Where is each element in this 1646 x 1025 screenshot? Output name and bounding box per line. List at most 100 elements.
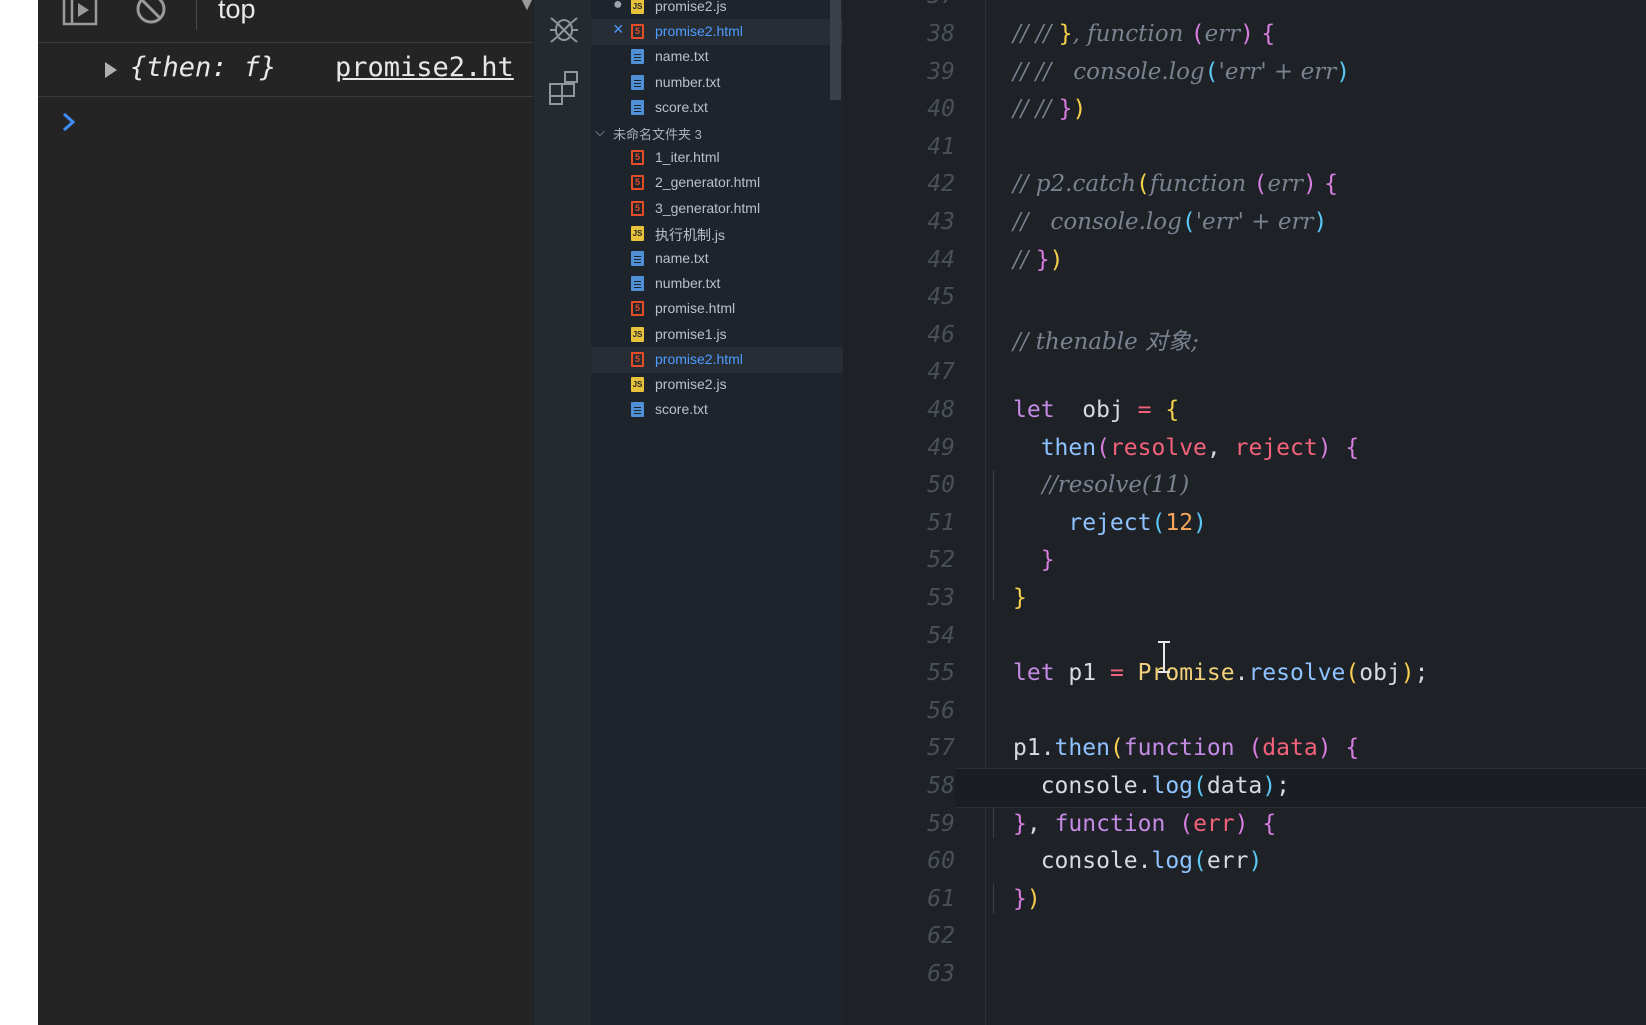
explorer-file-item[interactable]: ● JS promise2.js [591,0,843,20]
explorer-file-item[interactable]: number.txt [591,70,843,96]
line-number: 48 [927,397,955,423]
code-line[interactable]: }, function (err) { [1013,811,1276,837]
code-line[interactable]: // }) [1013,247,1064,273]
code-token: err [1193,810,1235,837]
explorer-file-item[interactable]: JS promise1.js [591,322,843,348]
explorer-file-item[interactable]: name.txt [591,44,843,70]
file-name-label: score.txt [655,401,708,418]
explorer-file-item[interactable]: 5 1_iter.html [591,145,843,171]
code-token: data [1206,773,1263,799]
explorer-file-item[interactable]: 5 promise2.html [591,346,843,373]
code-token: 'err' + err [1218,58,1337,85]
code-token: = [1109,660,1124,687]
code-token: { [1261,21,1276,47]
code-line[interactable]: //resolve(11) [1013,472,1189,498]
explorer-scrollbar[interactable] [830,0,841,100]
explorer-file-item[interactable]: 5 2_generator.html [591,170,843,196]
code-token: 'err' + err [1195,209,1314,235]
code-line[interactable]: // p2.catch(function (err) { [1013,171,1338,197]
code-line[interactable]: reject(12) [1013,510,1207,536]
code-token: ) [1240,21,1255,47]
code-line[interactable]: // // }) [1013,96,1086,122]
js-file-icon: JS [631,326,644,342]
log-source-link[interactable]: promise2.ht [335,52,514,83]
chevron-down-icon[interactable]: ⌵ [595,124,605,140]
file-name-label: promise2.html [655,350,743,367]
code-token: let [1013,660,1055,687]
code-token: ( [1193,773,1207,799]
show-sidebar-icon[interactable] [62,0,98,32]
code-line[interactable]: // console.log('err' + err) [1013,209,1327,235]
code-token: err [1206,848,1249,875]
code-line[interactable]: let p1 = Promise.resolve(obj); [1013,660,1429,686]
explorer-file-item[interactable]: score.txt [591,397,843,423]
modified-dot-icon: ● [613,0,623,13]
code-token: then [1054,735,1110,762]
code-token: } [1058,21,1073,47]
html-file-icon: 5 [631,301,644,317]
code-token: } [1035,246,1050,273]
code-token: reject [1013,509,1152,536]
line-number: 46 [927,321,955,348]
code-line[interactable]: }) [1013,886,1041,912]
explorer-file-item[interactable]: JS 执行机制.js [591,221,843,247]
expand-triangle-icon[interactable] [104,61,118,83]
code-line[interactable]: // // console.log('err' + err) [1013,59,1350,85]
line-number: 41 [927,133,955,160]
explorer-file-item[interactable]: name.txt [591,246,843,272]
code-token: resolve [1109,434,1207,461]
code-line[interactable]: // // }, function (err) { [1013,21,1275,47]
code-token: resolve [1248,660,1346,687]
code-token: //resolve(11) [1013,472,1190,499]
file-name-label: promise.html [655,300,736,317]
code-line[interactable]: let obj = { [1013,397,1179,423]
code-line[interactable]: console.log(err) [1013,848,1263,875]
close-icon[interactable]: × [613,19,624,40]
explorer-folder-item[interactable]: ⌵ 未命名文件夹 3 [591,120,843,146]
clear-console-icon[interactable] [134,0,168,30]
code-token: // p2.catch [1013,171,1137,198]
code-token: ) [1336,58,1351,85]
line-number: 52 [927,547,955,574]
code-token: { [1324,171,1338,198]
explorer-file-item[interactable]: 5 promise.html [591,296,843,322]
code-line[interactable]: } [1013,547,1055,573]
explorer-file-item[interactable]: score.txt [591,95,843,121]
code-line[interactable]: } [1013,585,1027,611]
toolbar-divider [196,0,197,30]
code-token: ) [1026,885,1041,912]
code-token: ) [1193,509,1207,536]
code-token: ( [1193,848,1207,875]
code-editor[interactable]: 37 38 39 40 41 42 43 44 45 46 47 48 49 50 51 52 53 54 55 56… [843,0,1646,1025]
console-prompt-icon[interactable] [62,112,76,136]
gutter-divider [985,0,986,1025]
code-line[interactable]: // thenable 对象; [1013,322,1199,356]
activity-bar [533,0,592,1025]
file-name-label: number.txt [655,73,721,90]
indent-guide [993,808,994,838]
explorer-file-item[interactable]: number.txt [591,271,843,297]
explorer-file-item[interactable]: 5 3_generator.html [591,196,843,222]
code-token: data [1262,735,1318,762]
extensions-icon[interactable] [546,70,582,110]
logged-object[interactable]: {then: f} [130,52,276,83]
code-token: ( [1096,434,1110,461]
explorer-file-item[interactable]: × 5 promise2.html [591,19,843,46]
chevron-down-icon[interactable]: ▼ [520,0,533,13]
debug-icon[interactable] [546,10,582,50]
context-selector[interactable]: top [218,0,256,25]
code-line[interactable]: p1.then(function (data) { [1013,735,1359,761]
code-token: console. [1013,773,1152,799]
code-line[interactable]: console.log(data); [1013,773,1290,799]
console-log-entry: {then: f} promise2.ht [38,44,533,97]
code-token: // console.log [1013,209,1182,235]
file-name-label: number.txt [655,275,721,292]
code-line[interactable]: then(resolve, reject) { [1013,434,1360,461]
code-token: ( [1136,171,1150,198]
line-number: 57 [927,735,955,762]
explorer-file-item[interactable]: JS promise2.js [591,372,843,398]
code-token: } [1013,585,1027,611]
